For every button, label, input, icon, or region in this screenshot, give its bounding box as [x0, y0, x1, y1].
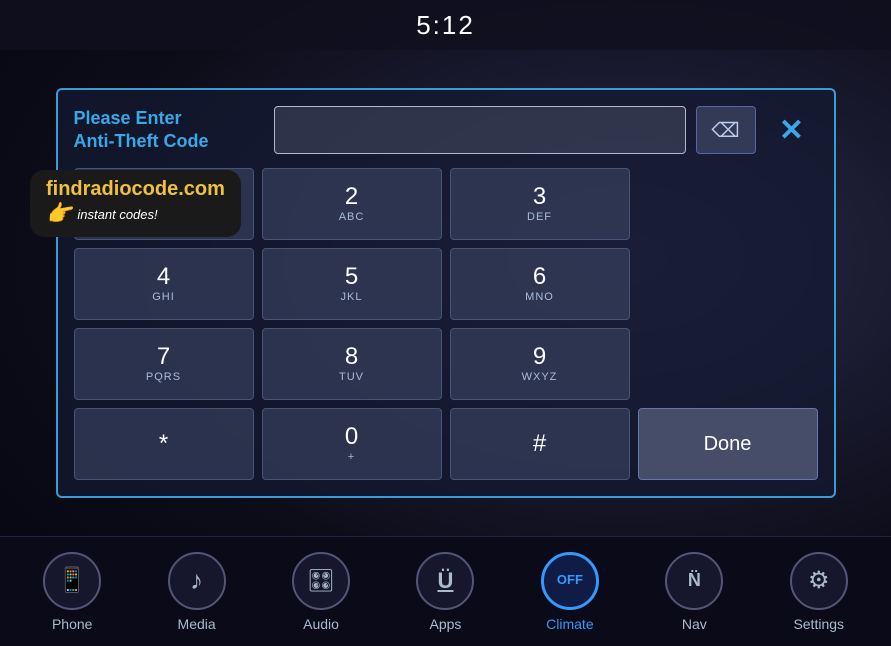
- apps-label: Apps: [430, 616, 462, 632]
- empty-cell-3: [638, 328, 818, 400]
- backspace-icon: ⌫: [711, 118, 739, 143]
- main-area: Please Enter Anti-Theft Code ⌫ ✕ 1 2 ABC: [0, 50, 891, 536]
- settings-icon-circle: ⚙: [790, 552, 848, 610]
- close-button[interactable]: ✕: [766, 106, 818, 154]
- key-0[interactable]: 0 +: [262, 408, 442, 480]
- key-9[interactable]: 9 WXYZ: [450, 328, 630, 400]
- phone-icon-circle: 📱: [43, 552, 101, 610]
- key-hash[interactable]: #: [450, 408, 630, 480]
- climate-label: Climate: [546, 616, 593, 632]
- nav-icon: N̈: [688, 570, 701, 591]
- code-input[interactable]: [274, 106, 686, 154]
- backspace-button[interactable]: ⌫: [696, 106, 756, 154]
- media-label: Media: [178, 616, 216, 632]
- watermark: findradiocode.com 👉 instant codes!: [30, 170, 241, 237]
- media-icon: ♪: [190, 565, 203, 596]
- top-row: Please Enter Anti-Theft Code ⌫ ✕: [74, 106, 818, 154]
- nav-item-audio[interactable]: 🎛 Audio: [276, 552, 366, 632]
- phone-icon: 📱: [57, 566, 87, 595]
- nav-item-climate[interactable]: OFF Climate: [525, 552, 615, 632]
- key-7[interactable]: 7 PQRS: [74, 328, 254, 400]
- climate-off-label: OFF: [557, 573, 583, 587]
- nav-item-nav[interactable]: N̈ Nav: [649, 552, 739, 632]
- settings-icon: ⚙: [808, 566, 830, 595]
- key-star[interactable]: *: [74, 408, 254, 480]
- dialog-panel: Please Enter Anti-Theft Code ⌫ ✕ 1 2 ABC: [56, 88, 836, 498]
- audio-icon-circle: 🎛: [292, 552, 350, 610]
- nav-item-media[interactable]: ♪ Media: [152, 552, 242, 632]
- time-bar: 5:12: [0, 0, 891, 50]
- climate-icon-circle: OFF: [541, 552, 599, 610]
- nav-item-settings[interactable]: ⚙ Settings: [774, 552, 864, 632]
- watermark-tagline: 👉 instant codes!: [46, 201, 225, 227]
- nav-item-apps[interactable]: Ü Apps: [400, 552, 490, 632]
- nav-label-text: Nav: [682, 616, 707, 632]
- phone-label: Phone: [52, 616, 92, 632]
- prompt-label: Please Enter Anti-Theft Code: [74, 107, 264, 154]
- key-2[interactable]: 2 ABC: [262, 168, 442, 240]
- close-icon: ✕: [779, 113, 804, 148]
- empty-cell-1: [638, 168, 818, 240]
- bottom-nav: 📱 Phone ♪ Media 🎛 Audio Ü Apps OFF Clima…: [0, 536, 891, 646]
- apps-icon: Ü: [438, 568, 454, 594]
- key-3[interactable]: 3 DEF: [450, 168, 630, 240]
- media-icon-circle: ♪: [168, 552, 226, 610]
- audio-icon: 🎛: [307, 568, 335, 594]
- key-6[interactable]: 6 MNO: [450, 248, 630, 320]
- empty-cell-2: [638, 248, 818, 320]
- hand-icon: 👉: [44, 199, 76, 229]
- nav-item-phone[interactable]: 📱 Phone: [27, 552, 117, 632]
- settings-label: Settings: [793, 616, 844, 632]
- done-label: Done: [704, 433, 752, 456]
- apps-icon-circle: Ü: [416, 552, 474, 610]
- watermark-url: findradiocode.com: [46, 178, 225, 201]
- key-5[interactable]: 5 JKL: [262, 248, 442, 320]
- done-button[interactable]: Done: [638, 408, 818, 480]
- key-8[interactable]: 8 TUV: [262, 328, 442, 400]
- audio-label: Audio: [303, 616, 339, 632]
- nav-icon-circle: N̈: [665, 552, 723, 610]
- key-4[interactable]: 4 GHI: [74, 248, 254, 320]
- time-display: 5:12: [416, 10, 475, 41]
